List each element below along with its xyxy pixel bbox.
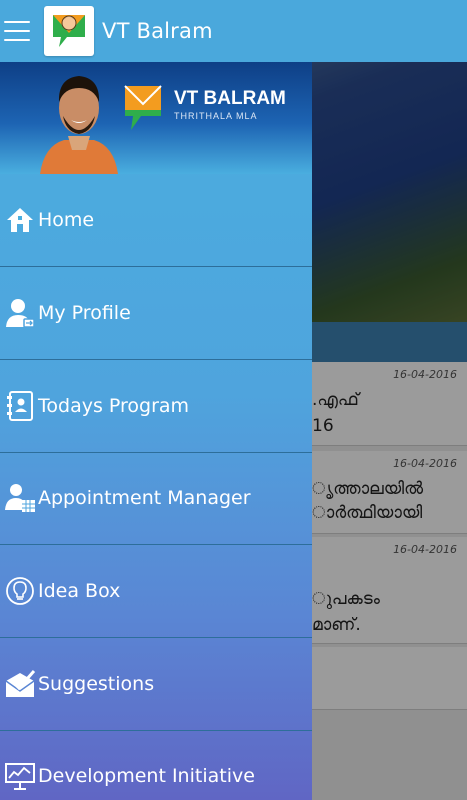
suggestions-icon xyxy=(3,667,37,701)
brand-logo xyxy=(124,85,162,130)
nav-item-label: Suggestions xyxy=(38,673,155,695)
nav-item-label: Appointment Manager xyxy=(38,487,251,509)
nav-item-appointment-manager[interactable]: Appointment Manager xyxy=(0,452,312,545)
nav-item-label: Home xyxy=(38,209,95,231)
menu-icon[interactable] xyxy=(4,21,30,41)
nav-item-idea-box[interactable]: Idea Box xyxy=(0,545,312,638)
nav-item-label: Todays Program xyxy=(38,395,190,417)
nav-item-my-profile[interactable]: My Profile xyxy=(0,267,312,360)
nav-item-label: My Profile xyxy=(38,302,131,324)
nav-item-label: Idea Box xyxy=(38,580,121,602)
brand-name: VT BALRAM xyxy=(174,88,286,109)
nav-item-development-initiative[interactable]: Development Initiative xyxy=(0,730,312,800)
home-icon xyxy=(3,203,37,237)
app-logo xyxy=(44,6,94,56)
nav-item-home[interactable]: Home xyxy=(0,174,312,267)
avatar xyxy=(40,76,118,174)
nav-item-suggestions[interactable]: Suggestions xyxy=(0,638,312,731)
bulb-icon xyxy=(3,574,37,608)
presentation-icon xyxy=(3,759,37,793)
nav-item-label: Development Initiative xyxy=(38,765,255,787)
nav-item-todays-program[interactable]: Todays Program xyxy=(0,360,312,453)
navigation-drawer: VT BALRAM THRITHALA MLA Home My Profile … xyxy=(0,62,312,800)
program-icon xyxy=(3,389,37,423)
app-title: VT Balram xyxy=(102,19,213,43)
drawer-scrim[interactable] xyxy=(312,62,467,800)
brand-subtitle: THRITHALA MLA xyxy=(174,111,258,121)
drawer-header: VT BALRAM THRITHALA MLA xyxy=(0,62,312,174)
appointment-icon xyxy=(3,481,37,515)
profile-icon xyxy=(3,296,37,330)
app-bar: VT Balram xyxy=(0,0,467,62)
